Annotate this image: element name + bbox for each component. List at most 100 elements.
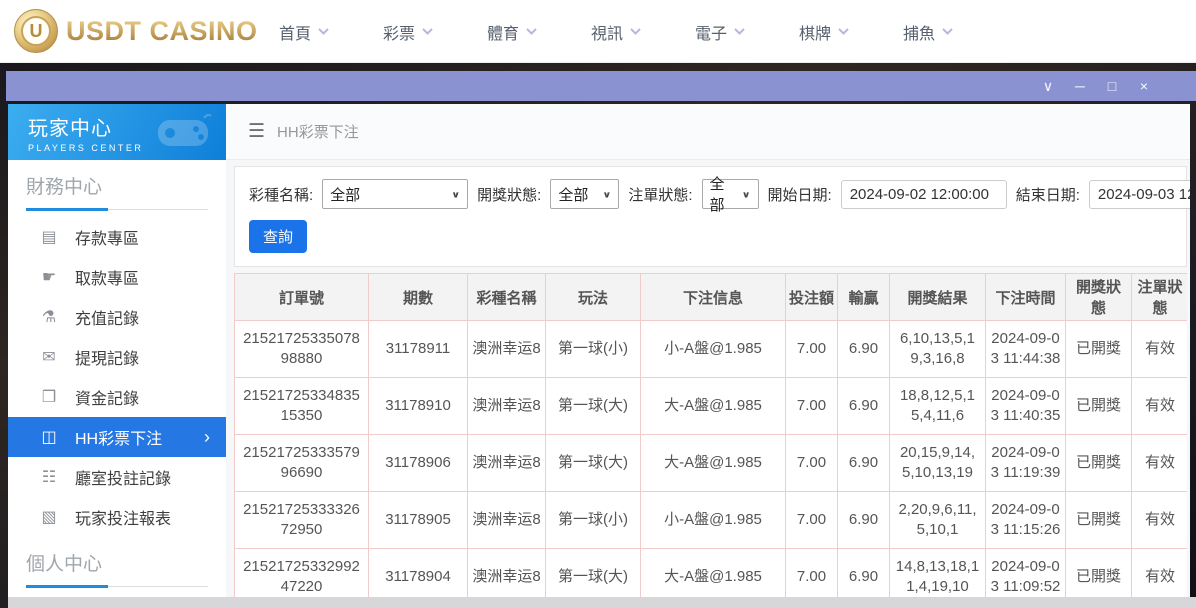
- table-column-header: 開獎狀態: [1066, 274, 1132, 321]
- lottery-name-select[interactable]: 全部 ∨: [322, 179, 468, 209]
- cell-win-loss: 6.90: [838, 435, 890, 492]
- sidebar-menu-item[interactable]: ⚗ 充值記錄: [26, 297, 208, 337]
- nav-item[interactable]: 視訊: [564, 20, 668, 44]
- sidebar-section: 個人中心 ● 消息公告: [8, 549, 226, 597]
- sidebar-menu-item[interactable]: ✉ 提現記錄: [26, 337, 208, 377]
- nav-item-label: 棋牌: [799, 20, 831, 44]
- cell-bet-info: 大-A盤@1.985: [641, 378, 786, 435]
- hamburger-menu-icon[interactable]: ☰: [248, 120, 265, 143]
- site-logo: U USDT CASINO: [14, 9, 258, 53]
- room-bet-records-list-icon: ☷: [38, 467, 60, 487]
- draw-status-value: 全部: [558, 184, 588, 205]
- table-column-header: 開獎結果: [890, 274, 986, 321]
- table-row: 2152172533299247220 31178904 澳洲幸运8 第一球(大…: [235, 549, 1188, 598]
- cell-win-loss: 6.90: [838, 492, 890, 549]
- sidebar-menu-item[interactable]: ☷ 廳室投註記錄: [26, 457, 208, 497]
- end-date-input[interactable]: [1089, 180, 1190, 209]
- section-underline: [26, 585, 208, 588]
- withdrawal-record-wallet-icon: ✉: [38, 347, 60, 367]
- cell-draw-status: 已開獎: [1066, 378, 1132, 435]
- table-row: 2152172533357996690 31178906 澳洲幸运8 第一球(大…: [235, 435, 1188, 492]
- sidebar-menu-item-label: 廳室投註記錄: [75, 465, 171, 489]
- sidebar-menu-item-label: 取款專區: [75, 265, 139, 289]
- cell-draw-status: 已開獎: [1066, 435, 1132, 492]
- maximize-button[interactable]: □: [1096, 78, 1128, 94]
- sidebar-menu-item[interactable]: ☛ 取款專區: [26, 257, 208, 297]
- order-status-label: 注單狀態:: [628, 184, 692, 205]
- filter-row: 彩種名稱: 全部 ∨ 開獎狀態: 全部 ∨ 注單狀態: 全部 ∨ 開始日期: 結…: [249, 179, 1172, 209]
- cell-order-number: 2152172533299247220: [235, 549, 369, 598]
- cell-draw-status: 已開獎: [1066, 492, 1132, 549]
- sidebar-section: 財務中心 ▤ 存款專區 ☛ 取款專區 ⚗ 充值記錄: [8, 172, 226, 537]
- draw-status-select[interactable]: 全部 ∨: [550, 179, 619, 209]
- cell-bet-info: 小-A盤@1.985: [641, 492, 786, 549]
- cell-order-number: 2152172533483515350: [235, 378, 369, 435]
- cell-order-status: 有效: [1132, 435, 1188, 492]
- nav-item[interactable]: 首頁: [252, 20, 356, 44]
- sidebar-menu-item[interactable]: ◫ HH彩票下注 ›: [8, 417, 226, 457]
- chevron-down-icon: [734, 28, 745, 35]
- chevron-down-icon: [838, 28, 849, 35]
- chevron-down-icon: ∨: [451, 189, 460, 199]
- cell-lottery-name: 澳洲幸运8: [468, 435, 546, 492]
- nav-item[interactable]: 電子: [668, 20, 772, 44]
- cell-order-status: 有效: [1132, 378, 1188, 435]
- collapse-button[interactable]: ∨: [1032, 78, 1064, 95]
- cell-draw-result: 14,8,13,18,11,4,19,10: [890, 549, 986, 598]
- cell-bet-amount: 7.00: [786, 435, 838, 492]
- sidebar-menu-item-label: 提現記錄: [75, 345, 139, 369]
- chevron-down-icon: [942, 28, 953, 35]
- main-content: ☰ HH彩票下注 彩種名稱: 全部 ∨ 開獎狀態: 全部 ∨ 注單狀態: 全部 …: [226, 104, 1190, 597]
- deposit-card-icon: ▤: [38, 227, 60, 247]
- chevron-down-icon: ∨: [742, 189, 751, 199]
- window-controls: ∨ ─ □ ×: [1032, 78, 1160, 95]
- cell-win-loss: 6.90: [838, 549, 890, 598]
- table-column-header: 投注額: [786, 274, 838, 321]
- cell-order-status: 有效: [1132, 492, 1188, 549]
- window-titlebar: ∨ ─ □ ×: [6, 71, 1196, 101]
- table-column-header: 玩法: [546, 274, 641, 321]
- nav-item[interactable]: 彩票: [356, 20, 460, 44]
- section-underline: [26, 208, 208, 211]
- nav-item[interactable]: 捕魚: [876, 20, 980, 44]
- chevron-down-icon: [318, 28, 329, 35]
- lottery-bets-book-icon: ◫: [38, 427, 60, 447]
- cell-bet-amount: 7.00: [786, 378, 838, 435]
- minimize-button[interactable]: ─: [1064, 78, 1096, 94]
- cell-lottery-name: 澳洲幸运8: [468, 492, 546, 549]
- chevron-down-icon: [630, 28, 641, 35]
- query-button[interactable]: 查詢: [249, 220, 307, 253]
- chevron-down-icon: [422, 28, 433, 35]
- sidebar-menu-item[interactable]: ▧ 玩家投注報表: [26, 497, 208, 537]
- site-header: U USDT CASINO 首頁 彩票 體育 視訊: [0, 0, 1196, 63]
- order-status-select[interactable]: 全部 ∨: [702, 179, 759, 209]
- nav-item-label: 首頁: [279, 20, 311, 44]
- cell-play-type: 第一球(大): [546, 549, 641, 598]
- filter-panel: 彩種名稱: 全部 ∨ 開獎狀態: 全部 ∨ 注單狀態: 全部 ∨ 開始日期: 結…: [234, 166, 1187, 267]
- cell-period: 31178905: [369, 492, 468, 549]
- table-column-header: 彩種名稱: [468, 274, 546, 321]
- nav-item-label: 電子: [695, 20, 727, 44]
- close-button[interactable]: ×: [1128, 78, 1160, 94]
- logo-ball-icon: U: [14, 9, 58, 53]
- cell-bet-info: 大-A盤@1.985: [641, 435, 786, 492]
- cell-lottery-name: 澳洲幸运8: [468, 378, 546, 435]
- nav-item[interactable]: 體育: [460, 20, 564, 44]
- nav-item-label: 體育: [487, 20, 519, 44]
- sidebar-menu-item[interactable]: ▤ 存款專區: [26, 217, 208, 257]
- table-column-header: 下注信息: [641, 274, 786, 321]
- recharge-moneybag-icon: ⚗: [38, 307, 60, 327]
- nav-item[interactable]: 棋牌: [772, 20, 876, 44]
- cell-bet-info: 小-A盤@1.985: [641, 321, 786, 378]
- table-column-header: 期數: [369, 274, 468, 321]
- cell-bet-amount: 7.00: [786, 321, 838, 378]
- cell-order-status: 有效: [1132, 321, 1188, 378]
- cell-play-type: 第一球(小): [546, 492, 641, 549]
- window-bottom-edge: [8, 597, 1196, 608]
- sidebar-header: 玩家中心 PLAYERS CENTER: [8, 104, 226, 160]
- cell-bet-amount: 7.00: [786, 549, 838, 598]
- cell-draw-result: 20,15,9,14,5,10,13,19: [890, 435, 986, 492]
- start-date-input[interactable]: [841, 180, 1007, 209]
- sidebar-menu-item[interactable]: ❒ 資金記錄: [26, 377, 208, 417]
- cell-bet-time: 2024-09-03 11:19:39: [986, 435, 1066, 492]
